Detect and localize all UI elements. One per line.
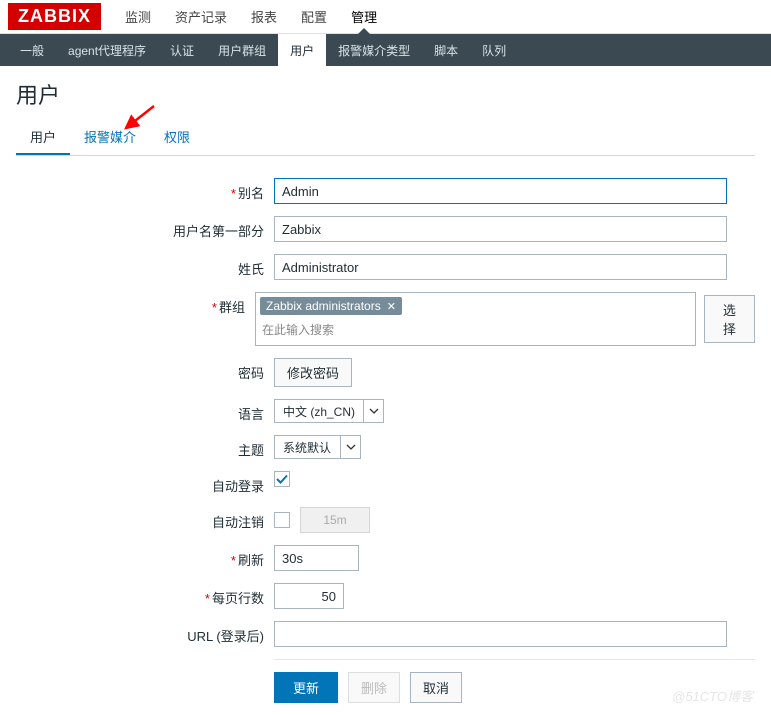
label-name: 用户名第一部分 [16,216,274,240]
sub-auth[interactable]: 认证 [158,34,206,66]
top-menu-admin[interactable]: 管理 [339,0,389,34]
group-tag: Zabbix administrators ✕ [260,297,402,315]
tabs: 用户 报警媒介 权限 [16,120,755,156]
chevron-down-icon [340,436,360,458]
page-content: 用户 用户 报警媒介 权限 *别名 用户名第一部分 姓氏 *群组 Zabbix … [0,66,771,715]
groups-box[interactable]: Zabbix administrators ✕ 在此输入搜索 [255,292,696,346]
tab-perms[interactable]: 权限 [150,120,204,155]
top-menu-config[interactable]: 配置 [289,0,339,34]
label-autologin: 自动登录 [16,471,274,495]
name-input[interactable] [274,216,727,242]
label-refresh: *刷新 [16,545,274,569]
page-title: 用户 [16,78,755,110]
top-menu: 监测 资产记录 报表 配置 管理 [113,0,389,34]
sub-bar: 一般 agent代理程序 认证 用户群组 用户 报警媒介类型 脚本 队列 [0,34,771,66]
sub-queue[interactable]: 队列 [470,34,518,66]
label-language: 语言 [16,399,274,423]
label-groups: *群组 [16,292,255,316]
update-button[interactable]: 更新 [274,672,338,703]
label-autologout: 自动注销 [16,507,274,531]
sub-proxy[interactable]: agent代理程序 [56,34,158,66]
language-select[interactable]: 中文 (zh_CN) [274,399,384,423]
logo: ZABBIX [8,3,101,30]
sub-usergroups[interactable]: 用户群组 [206,34,278,66]
url-input[interactable] [274,621,727,647]
sub-scripts[interactable]: 脚本 [422,34,470,66]
chevron-down-icon [363,400,383,422]
groups-search-placeholder: 在此输入搜索 [260,315,691,340]
autologout-value: 15m [300,507,370,533]
autologout-checkbox[interactable] [274,512,290,528]
top-menu-reports[interactable]: 报表 [239,0,289,34]
change-password-button[interactable]: 修改密码 [274,358,352,387]
cancel-button[interactable]: 取消 [410,672,462,703]
alias-input[interactable] [274,178,727,204]
top-menu-inventory[interactable]: 资产记录 [163,0,239,34]
top-menu-monitoring[interactable]: 监测 [113,0,163,34]
theme-select[interactable]: 系统默认 [274,435,361,459]
sub-users[interactable]: 用户 [278,34,326,66]
surname-input[interactable] [274,254,727,280]
select-groups-button[interactable]: 选择 [704,295,755,343]
sub-mediatypes[interactable]: 报警媒介类型 [326,34,422,66]
label-url: URL (登录后) [16,621,274,645]
sub-general[interactable]: 一般 [8,34,56,66]
tab-user[interactable]: 用户 [16,120,70,155]
label-rows: *每页行数 [16,583,274,607]
button-row: 更新 删除 取消 [274,659,755,703]
group-tag-label: Zabbix administrators [266,299,381,313]
label-alias: *别名 [16,178,274,202]
label-surname: 姓氏 [16,254,274,278]
rows-input[interactable] [274,583,344,609]
top-bar: ZABBIX 监测 资产记录 报表 配置 管理 [0,0,771,34]
remove-tag-icon[interactable]: ✕ [387,300,396,313]
refresh-input[interactable] [274,545,359,571]
autologin-checkbox[interactable] [274,471,290,487]
label-theme: 主题 [16,435,274,459]
tab-media[interactable]: 报警媒介 [70,120,150,155]
delete-button: 删除 [348,672,400,703]
label-password: 密码 [16,358,274,382]
